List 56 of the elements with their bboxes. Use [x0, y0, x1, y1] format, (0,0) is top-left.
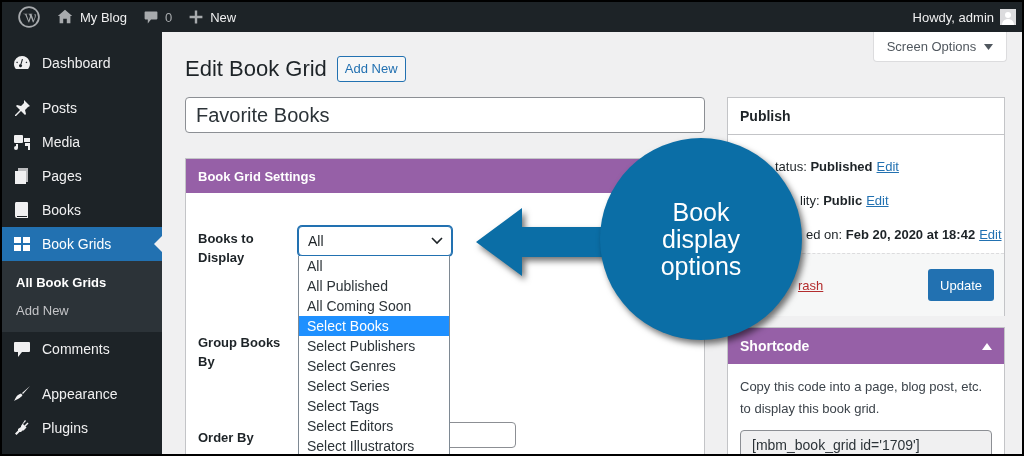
update-button[interactable]: Update: [928, 269, 994, 301]
field-label: Group Books By: [198, 334, 282, 371]
dropdown-option[interactable]: Select Editors: [299, 416, 449, 436]
wordpress-logo-icon: [18, 6, 40, 28]
field-label: Order By: [198, 429, 255, 447]
plus-icon: [188, 9, 205, 25]
sidebar-menu-item[interactable]: Book Grids: [2, 227, 162, 261]
box-title: Shortcode: [740, 338, 810, 354]
paintbrush-icon: [12, 384, 32, 404]
sidebar-menu-item[interactable]: Posts: [2, 91, 162, 125]
edit-link[interactable]: Edit: [876, 158, 899, 174]
dropdown-option[interactable]: Select Publishers: [299, 336, 449, 356]
dropdown-option[interactable]: All Published: [299, 276, 449, 296]
shortcode-field[interactable]: [mbm_book_grid id='1709']: [740, 430, 992, 454]
sidebar-menu-item[interactable]: Appearance: [2, 377, 162, 411]
screen-options-button[interactable]: Screen Options: [873, 32, 1007, 62]
sidebar-menu-item[interactable]: Books: [2, 193, 162, 227]
shortcode-description: Copy this code into a page, blog post, etc. to display this book grid.: [740, 378, 984, 418]
submenu-item[interactable]: Add New: [2, 296, 162, 324]
dropdown-option[interactable]: Select Genres: [299, 356, 449, 376]
field-label: Books to Display: [198, 230, 255, 267]
submenu-item[interactable]: All Book Grids: [2, 268, 162, 296]
title-input[interactable]: Favorite Books: [185, 97, 705, 133]
dropdown-option[interactable]: All Coming Soon: [299, 296, 449, 316]
home-icon: [56, 8, 74, 26]
books-select[interactable]: All: [298, 226, 452, 256]
greeting-link[interactable]: Howdy, admin: [912, 9, 994, 25]
box-title-bar[interactable]: Shortcode: [728, 328, 1004, 364]
caret-down-icon: [984, 43, 994, 50]
comment-icon: [12, 339, 32, 359]
sidebar-menu-item[interactable]: Plugins: [2, 411, 162, 445]
add-new-button[interactable]: Add New: [336, 55, 406, 82]
sidebar-menu-item[interactable]: Pages: [2, 159, 162, 193]
comment-count[interactable]: 0: [164, 9, 173, 25]
site-name-link[interactable]: My Blog: [80, 9, 127, 25]
avatar-icon: [1000, 9, 1016, 25]
dropdown-option[interactable]: All: [299, 256, 449, 276]
plug-icon: [12, 418, 32, 438]
sidebar-menu-item[interactable]: Dashboard: [2, 46, 162, 80]
edit-link[interactable]: Edit: [979, 226, 1002, 242]
edit-link[interactable]: Edit: [866, 192, 889, 208]
page-title: Edit Book Grid: [185, 55, 327, 82]
media-icon: [12, 132, 32, 152]
publish-info-text: ed on: Feb 20, 2020 at 18:42: [806, 226, 976, 242]
box-title: Publish: [728, 98, 1004, 135]
dropdown-option[interactable]: Select Illustrators: [299, 436, 449, 454]
dropdown-option[interactable]: Select Series: [299, 376, 449, 396]
chevron-down-icon: [431, 237, 443, 245]
comment-icon: [142, 9, 159, 25]
publish-info-text: lity: Public: [800, 192, 863, 208]
pushpin-icon: [12, 98, 32, 118]
sidebar-menu-item[interactable]: Comments: [2, 332, 162, 366]
sidebar-menu-item[interactable]: Media: [2, 125, 162, 159]
new-link[interactable]: New: [210, 9, 237, 25]
grid-icon: [12, 234, 32, 254]
dropdown-option[interactable]: Select Tags: [299, 396, 449, 416]
